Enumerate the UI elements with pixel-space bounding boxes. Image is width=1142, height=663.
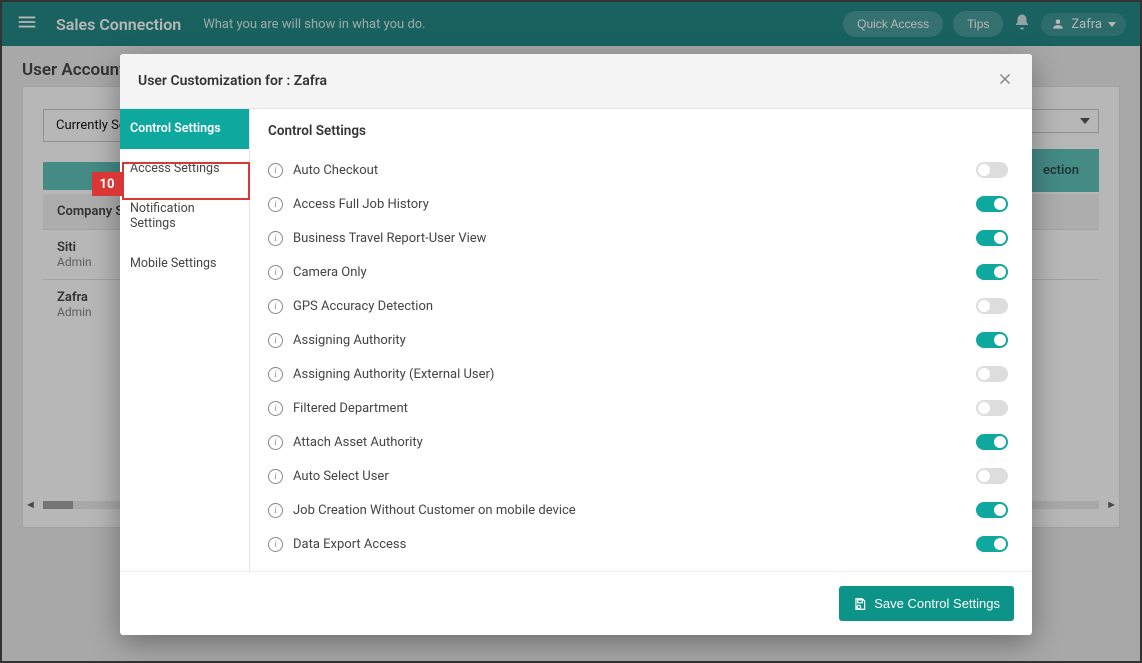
setting-row: i Auto Select User — [268, 459, 1020, 493]
setting-row: i Business Travel Report-User View — [268, 221, 1020, 255]
setting-label: Auto Checkout — [293, 163, 378, 178]
modal-sidebar: Control SettingsAccess SettingsNotificat… — [120, 109, 250, 571]
toggle-switch[interactable] — [976, 434, 1008, 450]
setting-row: i Assigning Authority — [268, 323, 1020, 357]
setting-row: i Access Full Job History — [268, 187, 1020, 221]
user-customization-modal: User Customization for : Zafra Control S… — [120, 54, 1032, 635]
setting-label: Assigning Authority — [293, 333, 406, 348]
setting-row: i Camera Only — [268, 255, 1020, 289]
annotation-badge: 10 — [92, 172, 122, 196]
modal-title: User Customization for : Zafra — [138, 73, 327, 89]
setting-row: i Filtered Department — [268, 391, 1020, 425]
setting-row: i Attach Asset Authority — [268, 425, 1020, 459]
toggle-switch[interactable] — [976, 400, 1008, 416]
info-icon[interactable]: i — [268, 197, 283, 212]
toggle-switch[interactable] — [976, 298, 1008, 314]
toggle-switch[interactable] — [976, 502, 1008, 518]
info-icon[interactable]: i — [268, 469, 283, 484]
save-icon — [853, 597, 867, 611]
setting-label: Filtered Department — [293, 401, 408, 416]
toggle-switch[interactable] — [976, 162, 1008, 178]
toggle-switch[interactable] — [976, 536, 1008, 552]
info-icon[interactable]: i — [268, 299, 283, 314]
info-icon[interactable]: i — [268, 265, 283, 280]
sidebar-item-control-settings[interactable]: Control Settings — [120, 109, 249, 149]
info-icon[interactable]: i — [268, 401, 283, 416]
modal-header: User Customization for : Zafra — [120, 54, 1032, 109]
setting-row: i Job Creation Without Customer on mobile… — [268, 493, 1020, 527]
sidebar-item-access-settings[interactable]: Access Settings — [120, 149, 249, 189]
setting-row: i GPS Accuracy Detection — [268, 289, 1020, 323]
info-icon[interactable]: i — [268, 333, 283, 348]
save-button[interactable]: Save Control Settings — [839, 586, 1014, 621]
setting-label: Data Export Access — [293, 537, 406, 552]
setting-label: Access Full Job History — [293, 197, 429, 212]
setting-row: i Data Export Access — [268, 527, 1020, 561]
toggle-switch[interactable] — [976, 366, 1008, 382]
setting-label: Camera Only — [293, 265, 367, 280]
setting-label: Business Travel Report-User View — [293, 231, 486, 246]
info-icon[interactable]: i — [268, 231, 283, 246]
setting-label: Attach Asset Authority — [293, 435, 423, 450]
close-button[interactable] — [996, 70, 1014, 92]
setting-row: i Assigning Authority (External User) — [268, 357, 1020, 391]
toggle-switch[interactable] — [976, 230, 1008, 246]
settings-content: Control Settings i Auto Checkout i Access F… — [250, 109, 1032, 571]
setting-label: Auto Select User — [293, 469, 389, 484]
setting-label: GPS Accuracy Detection — [293, 299, 433, 314]
sidebar-item-notification-settings[interactable]: Notification Settings — [120, 189, 249, 244]
sidebar-item-mobile-settings[interactable]: Mobile Settings — [120, 244, 249, 284]
setting-label: Job Creation Without Customer on mobile … — [293, 503, 576, 518]
info-icon[interactable]: i — [268, 537, 283, 552]
toggle-switch[interactable] — [976, 332, 1008, 348]
info-icon[interactable]: i — [268, 163, 283, 178]
setting-row: i Auto Checkout — [268, 153, 1020, 187]
toggle-switch[interactable] — [976, 196, 1008, 212]
setting-label: Assigning Authority (External User) — [293, 367, 494, 382]
toggle-switch[interactable] — [976, 264, 1008, 280]
info-icon[interactable]: i — [268, 435, 283, 450]
info-icon[interactable]: i — [268, 503, 283, 518]
modal-footer: Save Control Settings — [120, 571, 1032, 635]
content-title: Control Settings — [268, 123, 1020, 139]
toggle-switch[interactable] — [976, 468, 1008, 484]
info-icon[interactable]: i — [268, 367, 283, 382]
